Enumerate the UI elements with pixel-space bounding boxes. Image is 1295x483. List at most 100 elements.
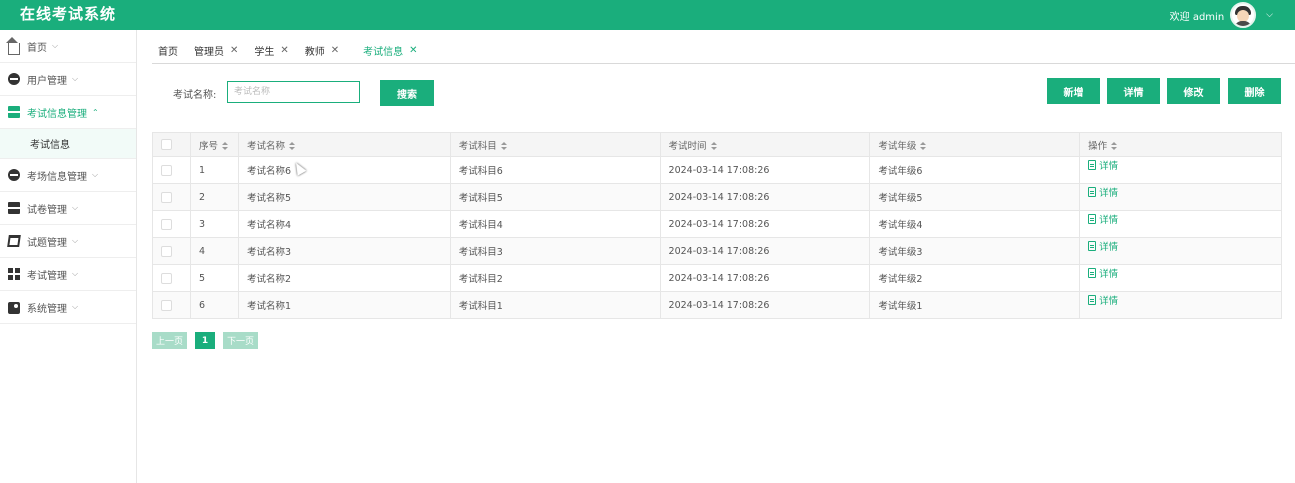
table-row[interactable]: 3 考试名称4 考试科目4 2024-03-14 17:08:26 考试年级4 …: [152, 210, 1282, 238]
cell-time: 2024-03-14 17:08:26: [659, 264, 871, 292]
row-detail-link[interactable]: 详情: [1088, 293, 1118, 307]
row-detail-link[interactable]: 详情: [1088, 185, 1118, 199]
close-icon[interactable]: ✕: [409, 45, 417, 56]
row-detail-link[interactable]: 详情: [1088, 266, 1118, 280]
close-icon[interactable]: ✕: [331, 45, 339, 56]
sort-icon[interactable]: [710, 141, 717, 151]
table-row[interactable]: 1 考试名称6 考试科目6 2024-03-14 17:08:26 考试年级6 …: [152, 156, 1282, 184]
cell-index: 2: [189, 183, 239, 211]
tab-students[interactable]: 学生 ✕: [248, 39, 288, 63]
column-header-time[interactable]: 考试时间: [659, 132, 871, 157]
sidebar-item-system[interactable]: 系统管理 ⌵: [0, 291, 136, 324]
sidebar-item-label: 考场信息管理: [27, 171, 87, 183]
sidebar-subitem-exam-info[interactable]: 考试信息: [0, 129, 136, 159]
tab-home[interactable]: 首页: [152, 39, 178, 63]
search-label: 考试名称:: [173, 90, 217, 101]
user-menu[interactable]: 欢迎 admin ⌵: [1170, 0, 1273, 30]
tab-label: 首页: [158, 47, 178, 58]
chevron-down-icon: ⌵: [72, 269, 79, 278]
sidebar-item-questions[interactable]: 试题管理 ⌵: [0, 225, 136, 258]
edit-button[interactable]: 修改: [1167, 78, 1220, 104]
chevron-down-icon: ⌵: [52, 41, 59, 50]
cell-name: 考试名称4: [237, 210, 451, 238]
next-page-button[interactable]: 下一页: [223, 332, 259, 349]
tab-admin[interactable]: 管理员 ✕: [188, 39, 238, 63]
search-button[interactable]: 搜索: [380, 80, 434, 106]
settings-icon: [8, 302, 20, 314]
sort-icon[interactable]: [221, 141, 228, 151]
cell-name: 考试名称1: [237, 291, 451, 319]
sidebar-item-label: 考试信息管理: [27, 108, 87, 120]
page-number-button[interactable]: 1: [195, 332, 216, 349]
sidebar-item-home[interactable]: 首页 ⌵: [0, 30, 136, 63]
table-row[interactable]: 2 考试名称5 考试科目5 2024-03-14 17:08:26 考试年级5 …: [152, 183, 1282, 211]
delete-button[interactable]: 删除: [1228, 78, 1281, 104]
close-icon[interactable]: ✕: [280, 45, 288, 56]
sidebar-item-exam-room[interactable]: 考场信息管理 ⌵: [0, 159, 136, 192]
row-checkbox[interactable]: [161, 191, 172, 203]
cell-name: 考试名称5: [237, 183, 451, 211]
row-checkbox[interactable]: [161, 245, 172, 257]
sidebar-item-label: 用户管理: [27, 75, 67, 87]
detail-button[interactable]: 详情: [1107, 78, 1160, 104]
cell-grade: 考试年级5: [869, 183, 1081, 211]
cell-time: 2024-03-14 17:08:26: [659, 210, 871, 238]
exam-table: 序号 考试名称 考试科目 考试时间 考试年级 操作 1 考试名称6 考试科目6 …: [152, 132, 1282, 319]
row-checkbox[interactable]: [161, 164, 172, 176]
row-checkbox[interactable]: [161, 299, 172, 311]
chevron-down-icon[interactable]: ⌵: [1266, 10, 1273, 20]
table-row[interactable]: 6 考试名称1 考试科目1 2024-03-14 17:08:26 考试年级1 …: [152, 291, 1282, 319]
chevron-down-icon: ⌵: [92, 170, 99, 179]
cell-subject: 考试科目5: [449, 183, 661, 211]
close-icon[interactable]: ✕: [230, 45, 238, 56]
cell-index: 1: [189, 156, 239, 184]
sidebar-item-exam-info[interactable]: 考试信息管理 ⌃: [0, 96, 136, 129]
row-detail-link[interactable]: 详情: [1088, 239, 1118, 253]
column-header-name[interactable]: 考试名称: [237, 132, 451, 157]
row-checkbox[interactable]: [161, 272, 172, 284]
home-icon: [6, 37, 20, 55]
tab-label: 考试信息: [363, 47, 404, 58]
sort-icon[interactable]: [288, 141, 295, 151]
sidebar-item-exams[interactable]: 考试管理 ⌵: [0, 258, 136, 291]
sort-icon[interactable]: [1111, 141, 1118, 151]
column-header-index[interactable]: 序号: [189, 132, 239, 157]
select-all-checkbox[interactable]: [161, 139, 172, 150]
document-icon: [1088, 267, 1097, 278]
cell-time: 2024-03-14 17:08:26: [659, 291, 871, 319]
sidebar-item-label: 试卷管理: [27, 204, 67, 216]
cell-index: 5: [189, 264, 239, 292]
document-icon: [1088, 294, 1097, 305]
column-header-grade[interactable]: 考试年级: [869, 132, 1081, 157]
avatar[interactable]: [1230, 2, 1257, 28]
cell-grade: 考试年级4: [869, 210, 1081, 238]
sidebar-item-papers[interactable]: 试卷管理 ⌵: [0, 192, 136, 225]
add-button[interactable]: 新增: [1047, 78, 1100, 104]
chevron-down-icon: ⌵: [72, 203, 79, 212]
sidebar-item-label: 考试管理: [27, 270, 67, 282]
table-row[interactable]: 5 考试名称2 考试科目2 2024-03-14 17:08:26 考试年级2 …: [152, 264, 1282, 292]
chevron-down-icon: ⌵: [72, 236, 79, 245]
tab-exam-info[interactable]: 考试信息 ✕: [357, 39, 417, 63]
select-all-cell[interactable]: [152, 132, 191, 157]
column-header-actions[interactable]: 操作: [1079, 132, 1282, 157]
cell-name: 考试名称3: [237, 237, 451, 265]
sort-icon[interactable]: [500, 141, 507, 151]
cell-grade: 考试年级6: [869, 156, 1081, 184]
tab-teachers[interactable]: 教师 ✕: [299, 39, 339, 63]
table-row[interactable]: 4 考试名称3 考试科目3 2024-03-14 17:08:26 考试年级3 …: [152, 237, 1282, 265]
document-icon: [1088, 213, 1097, 224]
row-detail-link[interactable]: 详情: [1088, 158, 1118, 172]
cell-index: 4: [189, 237, 239, 265]
sort-icon[interactable]: [920, 141, 927, 151]
row-checkbox[interactable]: [161, 218, 172, 230]
server-icon: [8, 106, 20, 118]
column-header-subject[interactable]: 考试科目: [449, 132, 661, 157]
sidebar-item-users[interactable]: 用户管理 ⌵: [0, 63, 136, 96]
cell-time: 2024-03-14 17:08:26: [659, 156, 871, 184]
row-detail-link[interactable]: 详情: [1088, 212, 1118, 226]
cell-subject: 考试科目4: [449, 210, 661, 238]
cell-name: 考试名称2: [237, 264, 451, 292]
prev-page-button[interactable]: 上一页: [152, 332, 188, 349]
search-input[interactable]: [227, 81, 360, 103]
